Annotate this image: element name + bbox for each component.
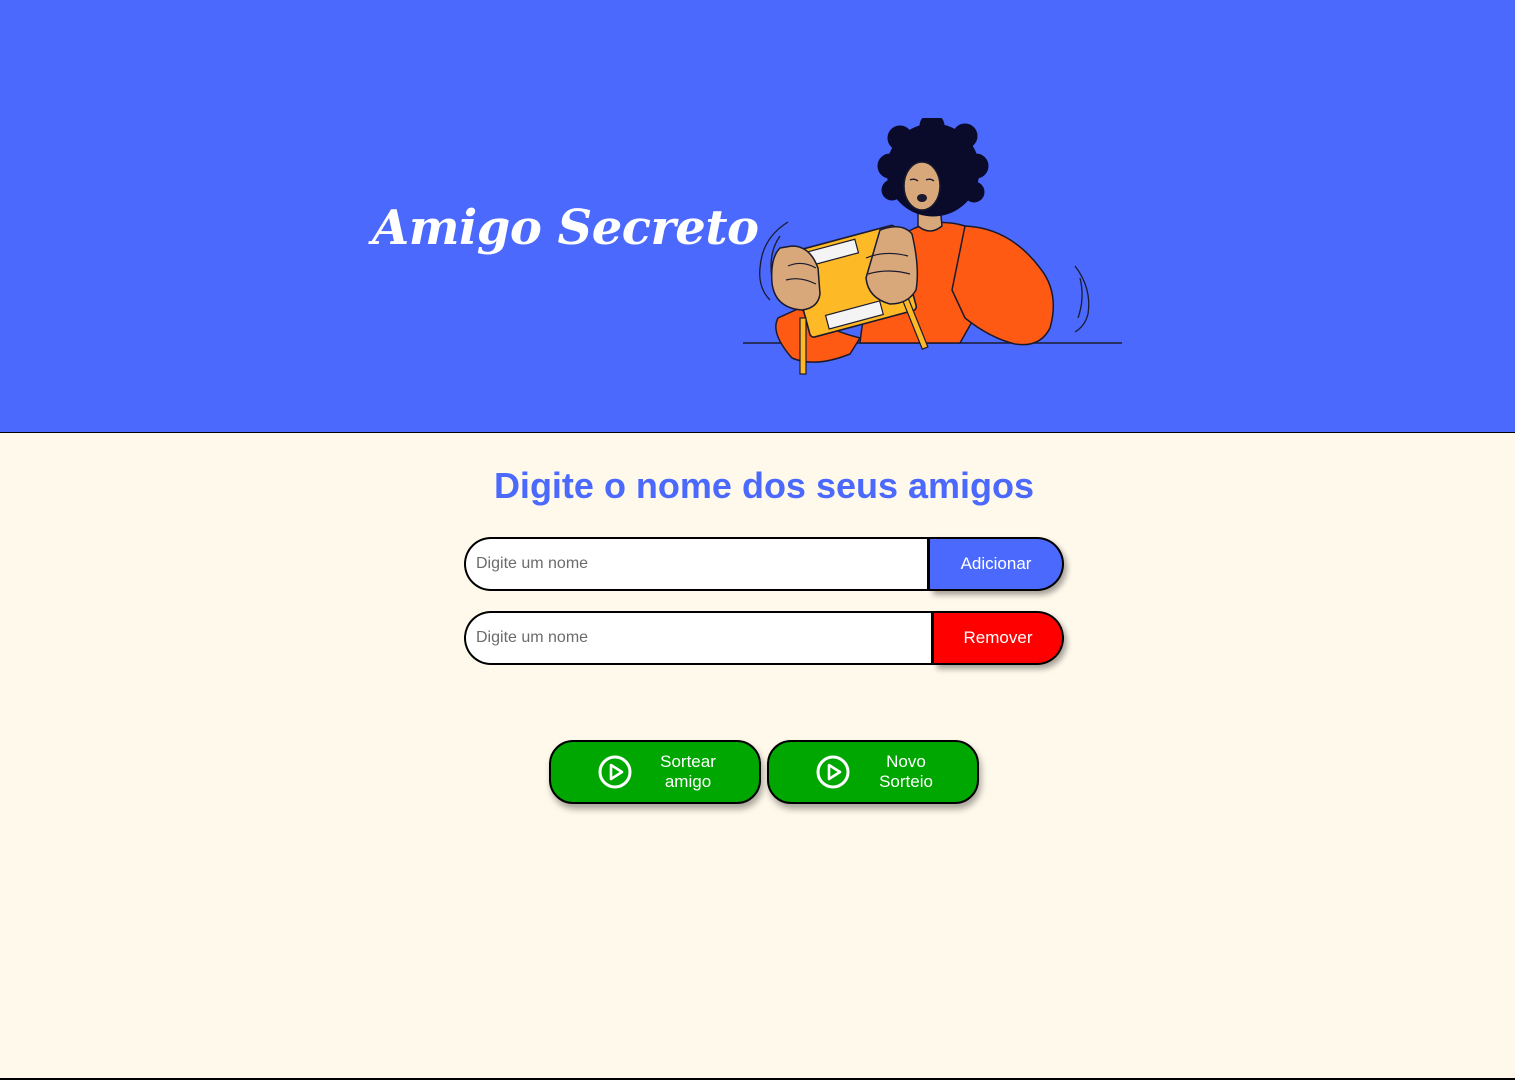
remove-name-input[interactable] (464, 611, 934, 665)
new-draw-label: Novo Sorteio (851, 752, 971, 792)
add-friend-row: Adicionar (464, 537, 1064, 591)
play-circle-icon (816, 755, 850, 789)
add-button[interactable]: Adicionar (930, 537, 1064, 591)
add-name-input[interactable] (464, 537, 930, 591)
draw-friend-label-line1: Sortear (660, 752, 716, 771)
page-title: Amigo Secreto (372, 200, 759, 256)
new-draw-label-line2: Sorteio (879, 772, 933, 791)
header-banner: Amigo Secreto (0, 0, 1515, 433)
play-circle-icon (598, 755, 632, 789)
draw-friend-label-line2: amigo (664, 772, 712, 791)
remove-button[interactable]: Remover (934, 611, 1064, 665)
new-draw-label-line1: Novo (886, 752, 926, 771)
draw-friend-button[interactable]: Sortear amigo (549, 740, 761, 804)
gift-illustration (743, 118, 1122, 375)
remove-friend-row: Remover (464, 611, 1064, 665)
section-title: Digite o nome dos seus amigos (493, 465, 1035, 506)
main-content: Digite o nome dos seus amigos Adicionar … (0, 433, 1515, 1079)
new-draw-button[interactable]: Novo Sorteio (767, 740, 979, 804)
draw-friend-label: Sortear amigo (633, 752, 753, 792)
